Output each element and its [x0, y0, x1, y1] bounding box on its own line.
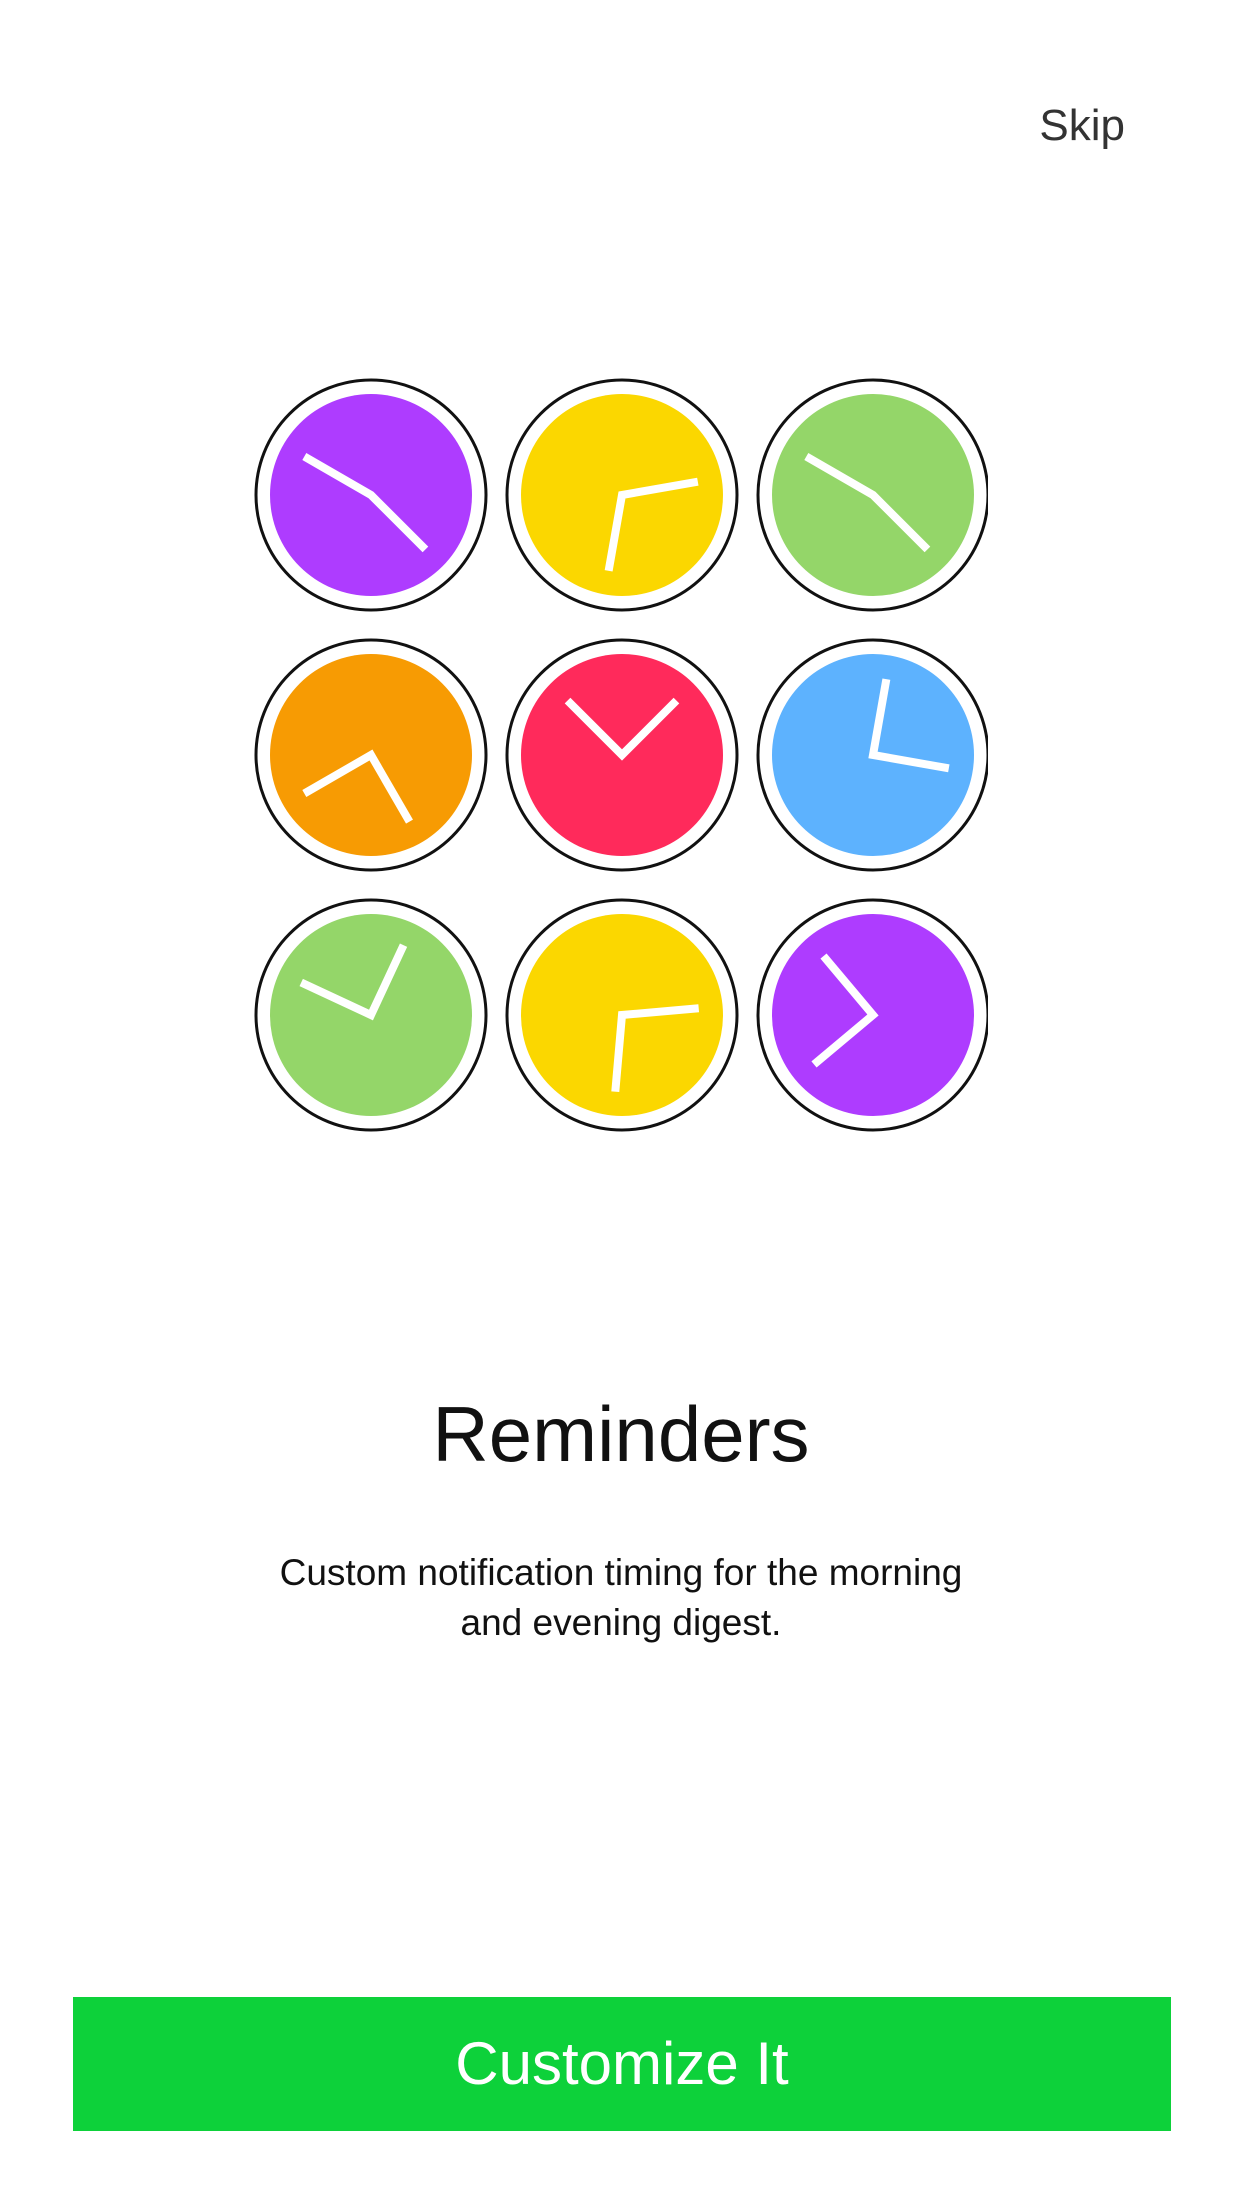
- clock-icon: [505, 898, 739, 1132]
- clock-icon: [254, 638, 488, 872]
- clock-icon: [756, 378, 988, 612]
- clock-grid-illustration: [254, 378, 988, 1134]
- clock-icon: [254, 378, 488, 612]
- clock-icon: [254, 898, 488, 1132]
- customize-it-button[interactable]: Customize It: [73, 1997, 1171, 2131]
- page-description: Custom notification timing for the morni…: [279, 1552, 963, 1643]
- page-title: Reminders: [432, 1390, 810, 1478]
- clock-grid-svg: [254, 378, 988, 1132]
- skip-button[interactable]: Skip: [1039, 104, 1125, 148]
- clock-icon: [756, 638, 988, 872]
- clock-icon: [756, 898, 988, 1132]
- clock-icon: [505, 638, 739, 872]
- clock-icon: [505, 378, 739, 612]
